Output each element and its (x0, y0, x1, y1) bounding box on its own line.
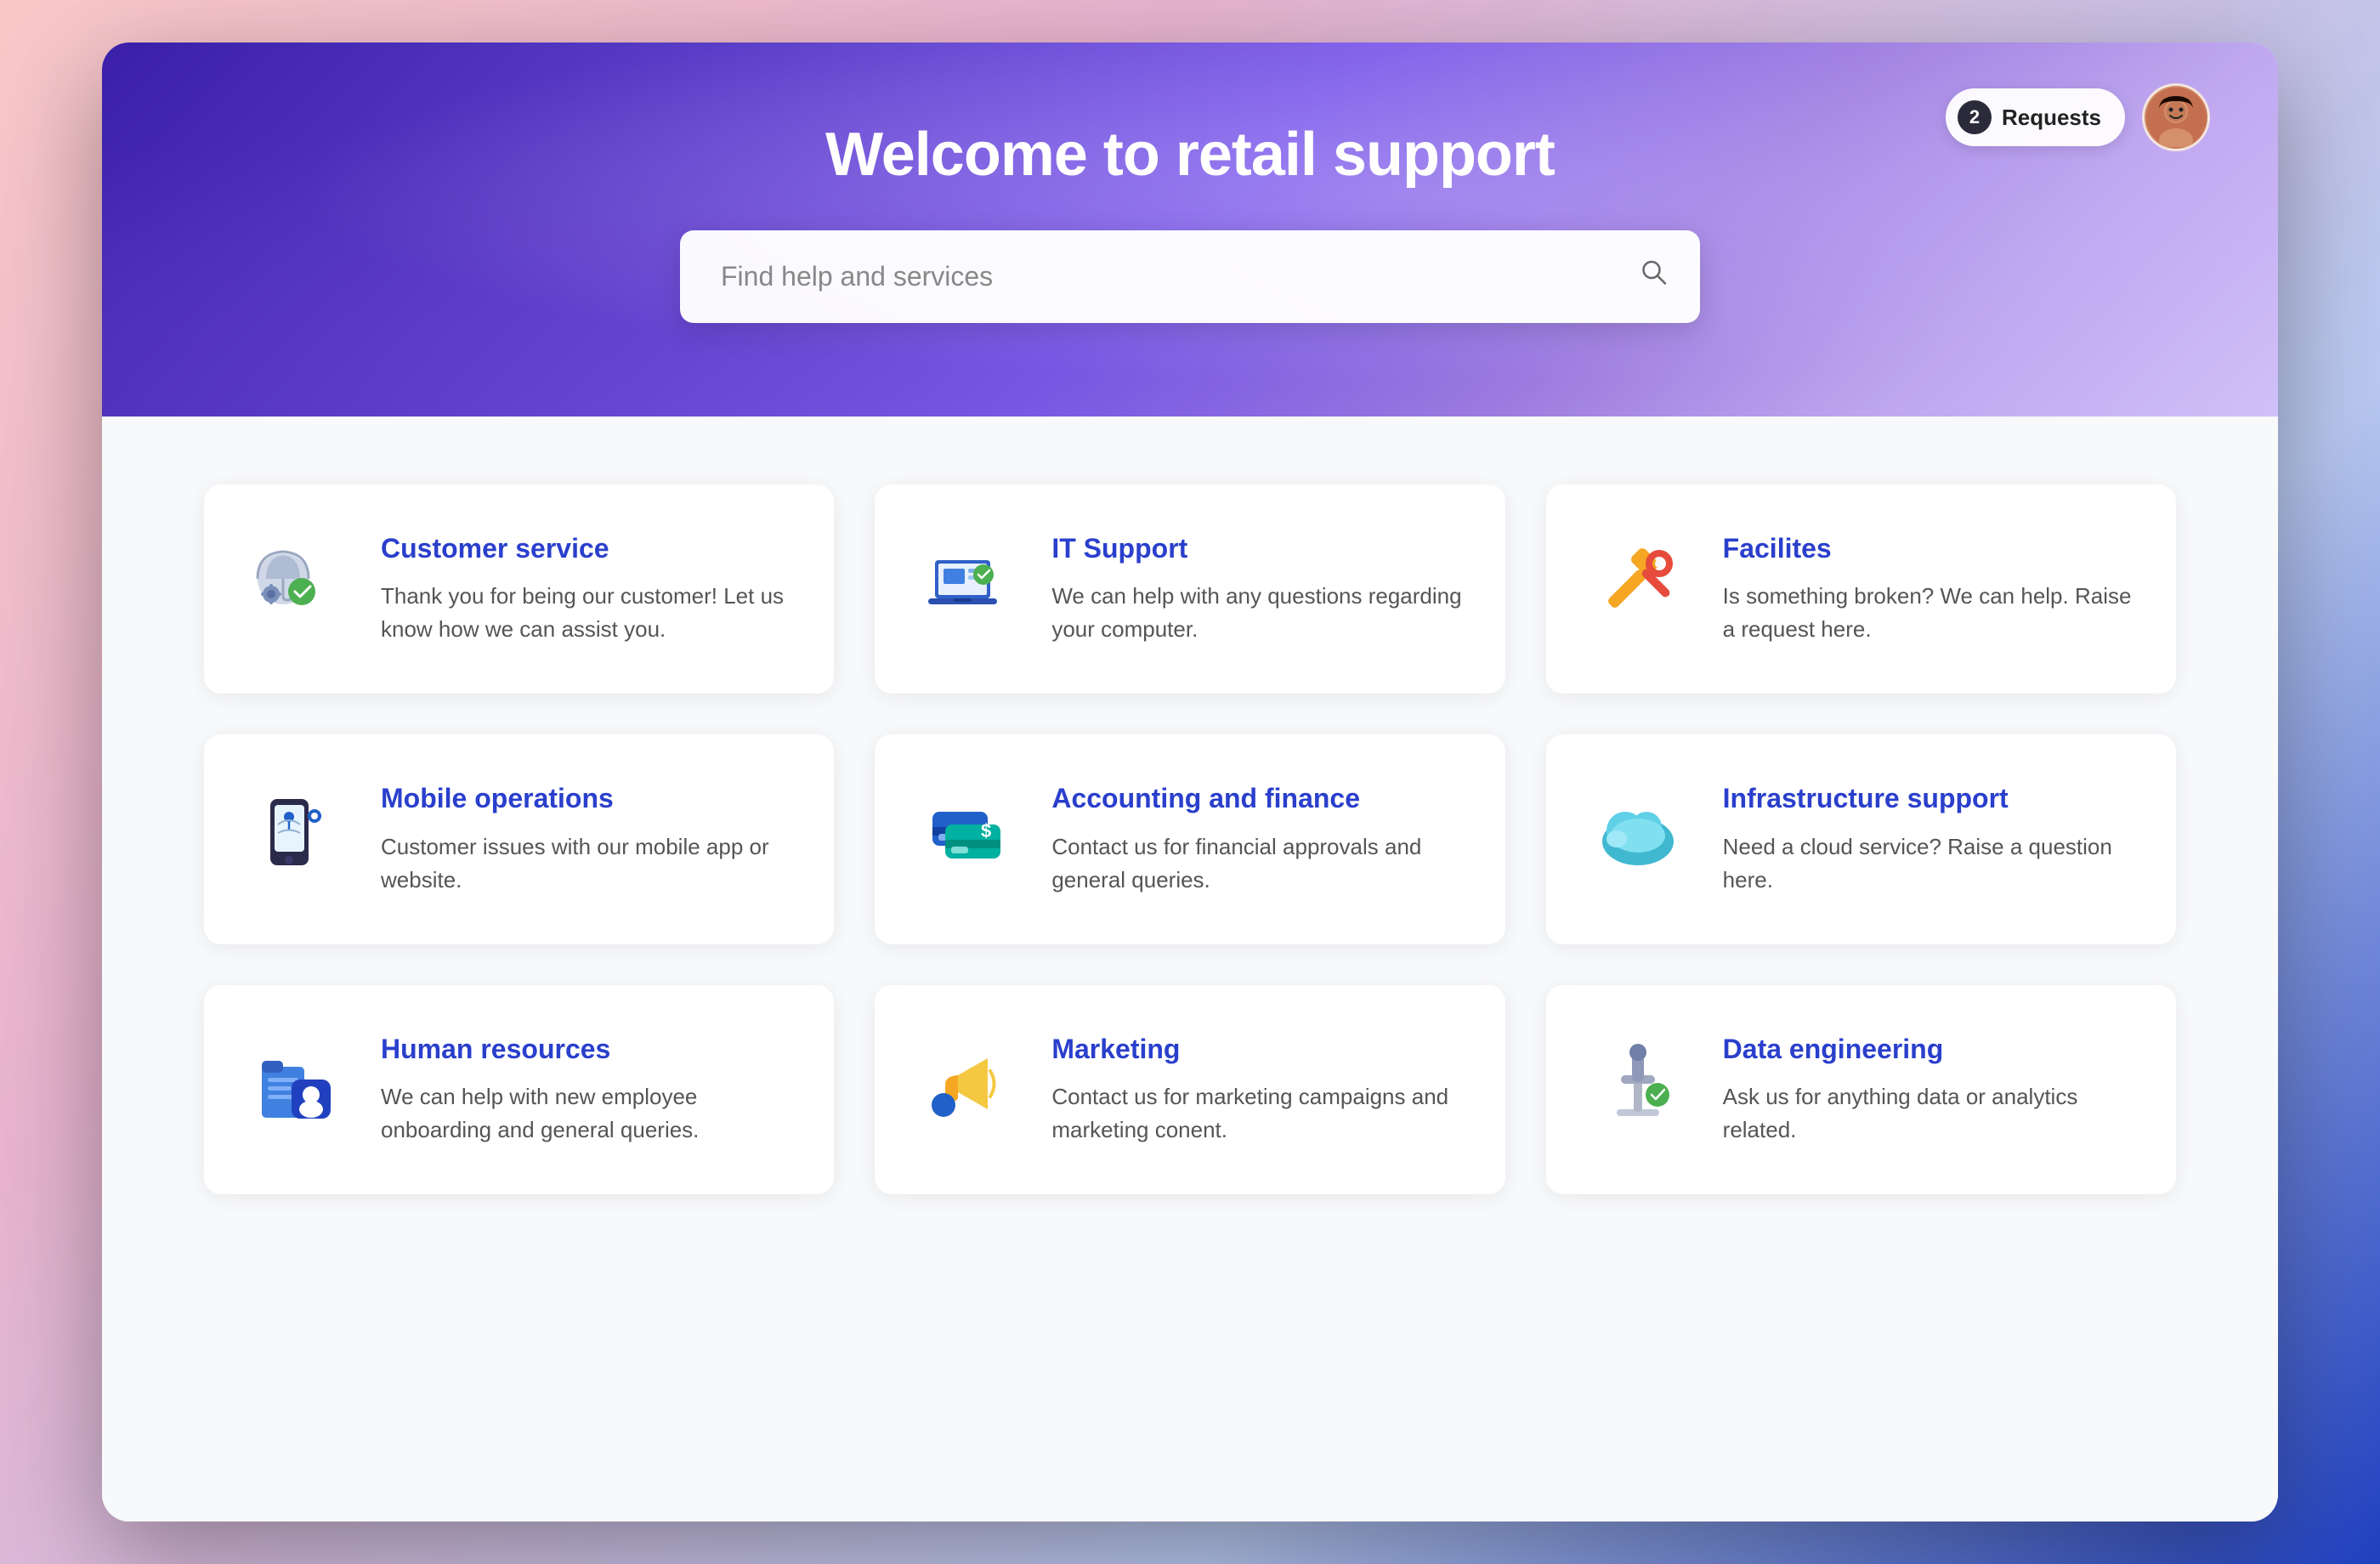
infrastructure-icon (1587, 782, 1689, 884)
cards-grid: Customer service Thank you for being our… (204, 484, 2176, 1194)
card-mobile-operations[interactable]: Mobile operations Customer issues with o… (204, 734, 834, 944)
card-marketing-desc: Contact us for marketing campaigns and m… (1051, 1080, 1464, 1147)
card-accounting-desc: Contact us for financial approvals and g… (1051, 830, 1464, 897)
card-it-support-body: IT Support We can help with any question… (1051, 532, 1464, 646)
requests-button[interactable]: 2 Requests (1946, 88, 2125, 146)
card-mobile-title: Mobile operations (381, 782, 793, 814)
hr-icon (245, 1033, 347, 1135)
avatar-image (2146, 88, 2206, 147)
card-facilities-body: Facilites Is something broken? We can he… (1723, 532, 2135, 646)
card-hr-body: Human resources We can help with new emp… (381, 1033, 793, 1147)
hero-top-bar: 2 Requests (1946, 83, 2210, 151)
card-marketing-title: Marketing (1051, 1033, 1464, 1065)
card-data-engineering-desc: Ask us for anything data or analytics re… (1723, 1080, 2135, 1147)
card-accounting[interactable]: $ Accounting and finance Contact us for … (875, 734, 1504, 944)
requests-label: Requests (2002, 105, 2101, 131)
page-title: Welcome to retail support (825, 120, 1555, 190)
search-icon (1639, 258, 1669, 296)
card-accounting-body: Accounting and finance Contact us for fi… (1051, 782, 1464, 896)
card-infrastructure[interactable]: Infrastructure support Need a cloud serv… (1546, 734, 2176, 944)
card-customer-service[interactable]: Customer service Thank you for being our… (204, 484, 834, 694)
card-data-engineering-title: Data engineering (1723, 1033, 2135, 1065)
card-it-support[interactable]: IT Support We can help with any question… (875, 484, 1504, 694)
card-mobile-desc: Customer issues with our mobile app or w… (381, 830, 793, 897)
card-facilities-title: Facilites (1723, 532, 2135, 564)
requests-badge: 2 (1958, 100, 1992, 134)
data-engineering-icon (1587, 1033, 1689, 1135)
marketing-icon (915, 1033, 1017, 1135)
mobile-operations-icon (245, 782, 347, 884)
card-it-support-title: IT Support (1051, 532, 1464, 564)
avatar[interactable] (2142, 83, 2210, 151)
card-customer-service-body: Customer service Thank you for being our… (381, 532, 793, 646)
card-customer-service-title: Customer service (381, 532, 793, 564)
card-data-engineering[interactable]: Data engineering Ask us for anything dat… (1546, 985, 2176, 1194)
card-marketing-body: Marketing Contact us for marketing campa… (1051, 1033, 1464, 1147)
search-input[interactable] (680, 230, 1700, 323)
facilities-icon (1587, 532, 1689, 634)
card-hr-title: Human resources (381, 1033, 793, 1065)
card-facilities-desc: Is something broken? We can help. Raise … (1723, 580, 2135, 646)
card-hr-desc: We can help with new employee onboarding… (381, 1080, 793, 1147)
card-facilities[interactable]: Facilites Is something broken? We can he… (1546, 484, 2176, 694)
hero-section: 2 Requests Welcome to retail s (102, 42, 2278, 416)
accounting-icon: $ (915, 782, 1017, 884)
it-support-icon (915, 532, 1017, 634)
card-mobile-body: Mobile operations Customer issues with o… (381, 782, 793, 896)
card-customer-service-desc: Thank you for being our customer! Let us… (381, 580, 793, 646)
svg-text:$: $ (981, 820, 991, 842)
main-container: 2 Requests Welcome to retail s (102, 42, 2278, 1522)
card-infrastructure-body: Infrastructure support Need a cloud serv… (1723, 782, 2135, 896)
search-bar (680, 230, 1700, 323)
card-hr[interactable]: Human resources We can help with new emp… (204, 985, 834, 1194)
content-section: Customer service Thank you for being our… (102, 416, 2278, 1522)
card-infrastructure-desc: Need a cloud service? Raise a question h… (1723, 830, 2135, 897)
card-it-support-desc: We can help with any questions regarding… (1051, 580, 1464, 646)
card-data-engineering-body: Data engineering Ask us for anything dat… (1723, 1033, 2135, 1147)
customer-service-icon (245, 532, 347, 634)
card-accounting-title: Accounting and finance (1051, 782, 1464, 814)
card-infrastructure-title: Infrastructure support (1723, 782, 2135, 814)
card-marketing[interactable]: Marketing Contact us for marketing campa… (875, 985, 1504, 1194)
